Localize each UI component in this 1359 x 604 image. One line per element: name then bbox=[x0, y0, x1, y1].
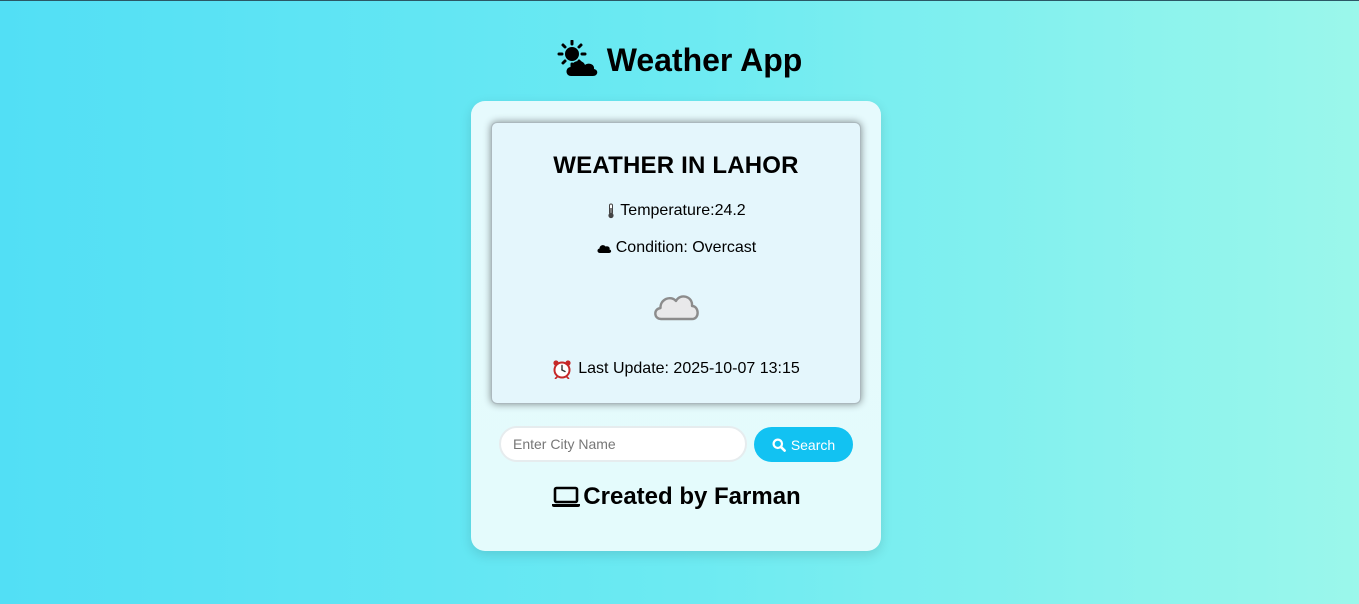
weather-panel: WEATHER IN LAHOR Temperature:24.2 Condit… bbox=[471, 101, 881, 551]
footer-credit: Created by Farman bbox=[471, 483, 881, 511]
laptop-icon bbox=[551, 485, 581, 509]
temperature-text: Temperature:24.2 bbox=[620, 202, 746, 219]
search-button-label: Search bbox=[790, 436, 836, 453]
sun-behind-cloud-icon bbox=[557, 40, 599, 80]
city-search-input[interactable] bbox=[499, 426, 747, 462]
search-button[interactable]: Search bbox=[754, 427, 853, 462]
weather-heading: WEATHER IN LAHOR bbox=[553, 152, 799, 179]
search-icon bbox=[772, 438, 786, 452]
condition-text: Condition: Overcast bbox=[615, 239, 757, 256]
condition-row: Condition: Overcast bbox=[491, 239, 861, 257]
overcast-cloud-icon bbox=[651, 287, 701, 323]
alarm-clock-icon bbox=[552, 359, 572, 379]
temperature-row: Temperature:24.2 bbox=[491, 202, 861, 220]
thermometer-icon bbox=[606, 203, 616, 219]
last-update-row: Last Update: 2025-10-07 13:15 bbox=[491, 359, 861, 379]
footer-text: Created by Farman bbox=[583, 483, 801, 510]
weather-card: WEATHER IN LAHOR Temperature:24.2 Condit… bbox=[491, 122, 861, 404]
cloud-icon bbox=[596, 242, 612, 254]
last-update-text: Last Update: 2025-10-07 13:15 bbox=[578, 360, 800, 377]
app-title-text: Weather App bbox=[606, 41, 803, 78]
page-title: Weather App bbox=[0, 40, 1359, 80]
search-row: Search bbox=[499, 426, 853, 464]
